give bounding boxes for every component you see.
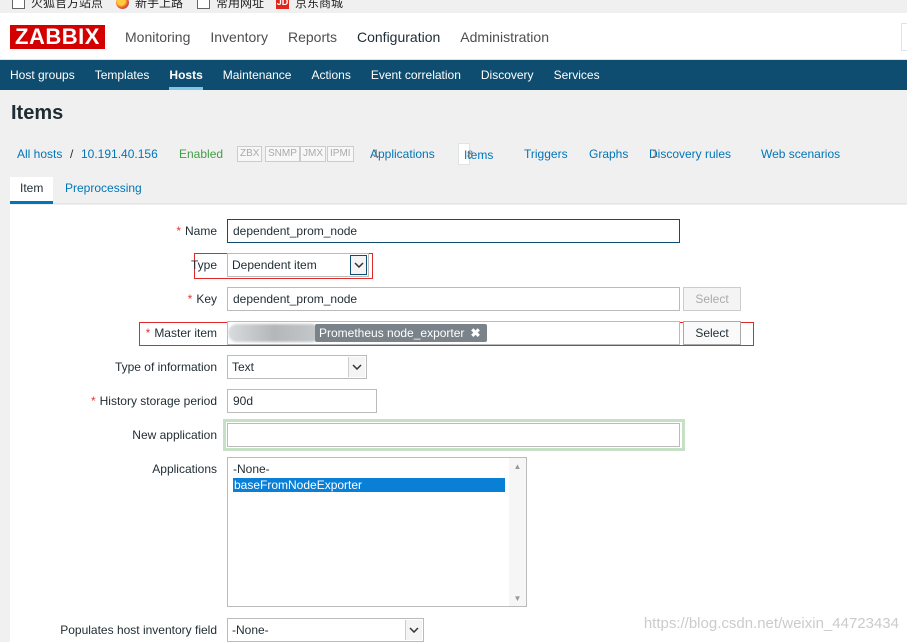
host-link[interactable]: 10.191.40.156	[81, 143, 158, 165]
jd-icon: JD	[276, 0, 289, 9]
items-tab[interactable]: Items 8	[458, 143, 493, 165]
chevron-down-icon	[350, 255, 367, 275]
bookmark-label: 常用网址	[216, 0, 265, 10]
availability-zbx: ZBX	[237, 146, 263, 162]
bookmark-label: 新手上路	[135, 0, 184, 10]
web-scenarios-link[interactable]: Web scenarios	[761, 143, 840, 165]
type-of-information-select[interactable]: Text	[227, 355, 367, 379]
type-select-value: Dependent item	[232, 258, 317, 272]
items-count: 8	[467, 149, 474, 161]
applications-listbox[interactable]: -None- baseFromNodeExporter ▲ ▼	[227, 457, 527, 607]
breadcrumb-separator: /	[70, 147, 74, 161]
submenu-event-correlation[interactable]: Event correlation	[361, 60, 471, 90]
name-field[interactable]: dependent_prom_node	[227, 219, 680, 243]
submenu-actions[interactable]: Actions	[301, 60, 360, 90]
chevron-down-icon	[405, 620, 422, 640]
bookmark-label: 京东商城	[295, 0, 344, 10]
scroll-down-icon[interactable]: ▼	[509, 590, 526, 606]
discovery-rules-count: 1	[652, 148, 659, 160]
bookmark-item[interactable]: JD 京东商城	[276, 0, 343, 10]
all-hosts-link[interactable]: All hosts	[17, 143, 62, 165]
history-storage-period-field[interactable]: 90d	[227, 389, 377, 413]
menu-reports[interactable]: Reports	[278, 13, 347, 60]
master-item-label: * Master item	[145, 326, 217, 340]
bookmark-item[interactable]: 常用网址	[197, 0, 264, 10]
key-label: * Key	[187, 292, 217, 306]
watermark: https://blog.csdn.net/weixin_44723434	[643, 615, 899, 632]
bookmark-item[interactable]: 新手上路	[116, 0, 183, 10]
submenu-services[interactable]: Services	[544, 60, 610, 90]
required-marker: *	[90, 394, 96, 408]
menu-administration[interactable]: Administration	[450, 13, 559, 60]
tab-item[interactable]: Item	[10, 177, 54, 204]
applications-count: 1	[373, 148, 380, 160]
required-marker: *	[145, 326, 151, 340]
required-marker: *	[176, 224, 181, 238]
chevron-down-icon	[348, 357, 365, 377]
main-menu: Monitoring Inventory Reports Configurati…	[115, 13, 559, 60]
type-select[interactable]: Dependent item	[227, 253, 369, 277]
sub-menu: Host groups Templates Hosts Maintenance …	[0, 60, 907, 90]
triggers-link[interactable]: Triggers	[524, 143, 568, 165]
type-of-information-value: Text	[232, 360, 255, 374]
page-title: Items	[11, 102, 64, 124]
firefox-icon	[116, 0, 129, 9]
list-item[interactable]: -None-	[233, 462, 270, 476]
bookmarks-bar: 火狐官方站点 新手上路 常用网址 JD 京东商城	[0, 0, 907, 12]
menu-monitoring[interactable]: Monitoring	[115, 13, 200, 60]
submenu-maintenance[interactable]: Maintenance	[213, 60, 302, 90]
key-select-button[interactable]: Select	[683, 287, 741, 311]
scrollbar[interactable]: ▲ ▼	[509, 458, 526, 606]
search-input[interactable]	[901, 23, 907, 51]
history-storage-period-label: * History storage period	[90, 394, 217, 408]
list-item-selected[interactable]: baseFromNodeExporter	[233, 478, 505, 492]
applications-label: Applications	[152, 462, 217, 476]
availability-ipmi: IPMI	[327, 146, 354, 162]
master-item-chip[interactable]: Prometheus node_exporter ✖	[315, 324, 487, 342]
new-application-label: New application	[132, 428, 217, 442]
folder-icon	[12, 0, 25, 9]
master-item-chip-label: Prometheus node_exporter	[319, 326, 465, 340]
key-field[interactable]: dependent_prom_node	[227, 287, 680, 311]
host-navigation: All hosts / 10.191.40.156 Enabled ZBX SN…	[17, 143, 907, 165]
zabbix-logo[interactable]: ZABBIX	[10, 25, 105, 49]
inventory-field-value: -None-	[232, 623, 269, 637]
type-label: Type	[190, 258, 217, 272]
new-application-field[interactable]	[227, 423, 680, 447]
submenu-host-groups[interactable]: Host groups	[0, 60, 85, 90]
type-of-information-label: Type of information	[114, 360, 217, 374]
menu-configuration[interactable]: Configuration	[347, 13, 450, 60]
form-tabs: Item Preprocessing	[10, 177, 907, 204]
folder-icon	[197, 0, 210, 9]
graphs-link[interactable]: Graphs	[589, 143, 628, 165]
close-icon[interactable]: ✖	[470, 326, 480, 340]
bookmark-item[interactable]: 火狐官方站点	[12, 0, 103, 10]
submenu-discovery[interactable]: Discovery	[471, 60, 544, 90]
required-marker: *	[187, 292, 193, 306]
tab-preprocessing[interactable]: Preprocessing	[55, 177, 152, 204]
submenu-templates[interactable]: Templates	[85, 60, 160, 90]
scroll-up-icon[interactable]: ▲	[509, 458, 526, 474]
master-item-select-button[interactable]: Select	[683, 321, 741, 345]
name-label: * Name	[176, 224, 217, 238]
inventory-field-select[interactable]: -None-	[227, 618, 424, 642]
availability-jmx: JMX	[300, 146, 326, 162]
top-header: ZABBIX Monitoring Inventory Reports Conf…	[0, 13, 907, 60]
redacted-host-name	[228, 324, 320, 342]
inventory-field-label: Populates host inventory field	[60, 623, 217, 637]
availability-snmp: SNMP	[265, 146, 300, 162]
menu-inventory[interactable]: Inventory	[200, 13, 278, 60]
submenu-hosts[interactable]: Hosts	[159, 60, 212, 90]
bookmark-label: 火狐官方站点	[31, 0, 104, 10]
status-enabled[interactable]: Enabled	[179, 143, 223, 165]
